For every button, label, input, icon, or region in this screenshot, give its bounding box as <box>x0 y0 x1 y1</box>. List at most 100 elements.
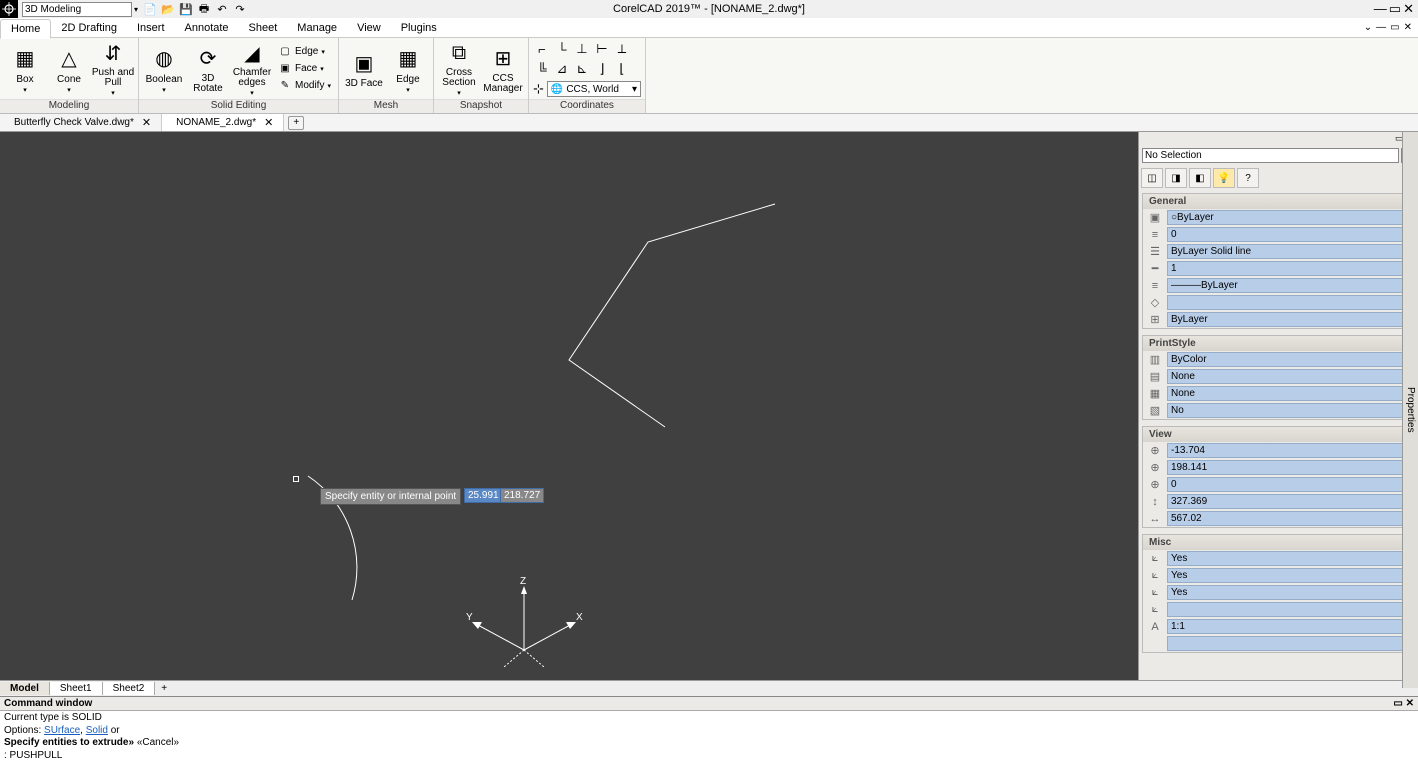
workspace-dropdown[interactable] <box>22 2 132 17</box>
tab-2d-drafting[interactable]: 2D Drafting <box>51 19 127 37</box>
coord-btn-2[interactable]: └ <box>553 40 571 58</box>
prop-view-x[interactable]: -13.704 <box>1167 443 1412 458</box>
doctab-noname2[interactable]: NONAME_2.dwg*✕ <box>162 114 284 131</box>
prop-view-h[interactable]: 327.369 <box>1167 494 1412 509</box>
cross-section-button[interactable]: ⧉Cross Section▾ <box>438 41 480 97</box>
prop-linescale[interactable]: ——— ByLayer <box>1167 278 1412 293</box>
tab-view[interactable]: View <box>347 19 391 37</box>
add-tab-button[interactable]: + <box>288 116 304 130</box>
prop-lineweight[interactable]: 1 <box>1167 261 1412 276</box>
3d-face-button[interactable]: ▣3D Face <box>343 41 385 97</box>
cone-icon: △ <box>54 44 84 74</box>
prop-header-printstyle[interactable]: PrintStyle▴ <box>1143 336 1414 351</box>
save-icon[interactable]: 💾 <box>178 1 194 17</box>
coord-btn-4[interactable]: ⊢ <box>593 40 611 58</box>
edge-button[interactable]: ▢Edge▾ <box>275 44 334 60</box>
redo-icon[interactable]: ↷ <box>232 1 248 17</box>
tab-home[interactable]: Home <box>0 19 51 39</box>
prop-misc-2[interactable]: Yes <box>1167 568 1412 583</box>
coord-grid: ⌐└⊥⊢⟂ ╚⊿⊾⌋⌊ <box>533 40 631 78</box>
properties-sidetab[interactable]: Properties <box>1402 132 1418 688</box>
prop-misc-scale[interactable]: 1:1 <box>1167 619 1412 634</box>
coord-btn-7[interactable]: ⊿ <box>553 60 571 78</box>
doctab-butterfly[interactable]: Butterfly Check Valve.dwg*✕ <box>0 114 162 131</box>
prop-icon-1[interactable]: ◫ <box>1141 168 1163 188</box>
sheet-sheet1[interactable]: Sheet1 <box>50 682 103 695</box>
prop-view-z[interactable]: 0 <box>1167 477 1412 492</box>
prop-misc-1[interactable]: Yes <box>1167 551 1412 566</box>
minimize-button[interactable]: — <box>1374 1 1387 17</box>
prop-misc-4[interactable] <box>1167 602 1412 617</box>
coord-btn-3[interactable]: ⊥ <box>573 40 591 58</box>
prop-print-none2[interactable]: None <box>1167 386 1412 401</box>
prop-header-general[interactable]: General▴ <box>1143 194 1414 209</box>
coord-btn-6[interactable]: ╚ <box>533 60 551 78</box>
tab-annotate[interactable]: Annotate <box>175 19 239 37</box>
coord-btn-9[interactable]: ⌋ <box>593 60 611 78</box>
ccs-icon[interactable]: ⊹ <box>533 81 544 97</box>
prop-misc-3[interactable]: Yes <box>1167 585 1412 600</box>
coord-btn-1[interactable]: ⌐ <box>533 40 551 58</box>
prop-view-w[interactable]: 567.02 <box>1167 511 1412 526</box>
sheet-model[interactable]: Model <box>0 682 50 695</box>
push-pull-button[interactable]: ⇵Push and Pull▾ <box>92 41 134 97</box>
prop-print-none1[interactable]: None <box>1167 369 1412 384</box>
tab-insert[interactable]: Insert <box>127 19 175 37</box>
add-sheet-button[interactable]: + <box>155 683 173 694</box>
tab-plugins[interactable]: Plugins <box>391 19 447 37</box>
workspace-dropdown-arrow[interactable]: ▾ <box>134 5 138 14</box>
prop-help-button[interactable]: ? <box>1237 168 1259 188</box>
plotstyle-sum-icon: ⊞ <box>1143 313 1167 326</box>
selection-dropdown[interactable] <box>1142 148 1399 163</box>
prop-misc-last[interactable] <box>1167 636 1412 651</box>
prop-layer[interactable]: ○ ByLayer <box>1167 210 1412 225</box>
tab-sheet[interactable]: Sheet <box>239 19 288 37</box>
cmdwin-undock-icon[interactable]: ▭ <box>1393 698 1402 709</box>
prop-linetype[interactable]: ByLayer Solid line <box>1167 244 1412 259</box>
prop-bycolor[interactable]: ByColor <box>1167 352 1412 367</box>
print-icon[interactable]: 🖶 <box>196 1 212 17</box>
boolean-button[interactable]: ◍Boolean▾ <box>143 41 185 97</box>
prop-transparency[interactable] <box>1167 295 1412 310</box>
sheet-sheet2[interactable]: Sheet2 <box>103 682 156 695</box>
prop-header-misc[interactable]: Misc▴ <box>1143 535 1414 550</box>
tab-manage[interactable]: Manage <box>287 19 347 37</box>
prop-color[interactable]: 0 <box>1167 227 1412 242</box>
drawing-canvas[interactable]: Specify entity or internal point 25.991 … <box>0 132 1138 680</box>
prop-icon-2[interactable]: ◨ <box>1165 168 1187 188</box>
undo-icon[interactable]: ↶ <box>214 1 230 17</box>
ccs-dropdown[interactable]: 🌐CCS, World▾ <box>547 81 641 97</box>
ribbon-collapse-icon[interactable]: ⌄ <box>1364 22 1372 33</box>
doc-restore-icon[interactable]: ▭ <box>1390 22 1399 33</box>
prop-plotstyle-summary[interactable]: ByLayer <box>1167 312 1412 327</box>
coord-btn-5[interactable]: ⟂ <box>613 40 631 58</box>
open-icon[interactable]: 📂 <box>160 1 176 17</box>
close-button[interactable]: ✕ <box>1403 1 1414 17</box>
prop-view-y[interactable]: 198.141 <box>1167 460 1412 475</box>
command-window-body[interactable]: Current type is SOLID Options: SUrface, … <box>0 711 1418 763</box>
box-button[interactable]: ▦Box▾ <box>4 41 46 97</box>
cmd-link-surface[interactable]: SUrface <box>44 725 80 736</box>
prop-icon-3[interactable]: ◧ <box>1189 168 1211 188</box>
doc-minimize-icon[interactable]: — <box>1376 22 1386 33</box>
prop-icon-lightbulb[interactable]: 💡 <box>1213 168 1235 188</box>
close-tab-icon[interactable]: ✕ <box>264 116 273 129</box>
close-tab-icon[interactable]: ✕ <box>142 116 151 129</box>
doc-close-icon[interactable]: ✕ <box>1404 22 1412 33</box>
cone-button[interactable]: △Cone▾ <box>48 41 90 97</box>
ccs-manager-button[interactable]: ⊞CCS Manager <box>482 41 524 97</box>
coord-btn-8[interactable]: ⊾ <box>573 60 591 78</box>
chamfer-button[interactable]: ◢Chamfer edges▾ <box>231 41 273 97</box>
3d-rotate-button[interactable]: ⟳3D Rotate <box>187 41 229 97</box>
maximize-button[interactable]: ▭ <box>1389 1 1401 17</box>
cmdwin-close-icon[interactable]: ✕ <box>1406 698 1414 709</box>
mesh-edge-button[interactable]: ▦Edge▾ <box>387 41 429 97</box>
prop-section-misc: Misc▴ ⟀Yes ⟀Yes ⟀Yes ⟀ A1:1 <box>1142 534 1415 653</box>
face-button[interactable]: ▣Face▾ <box>275 61 334 77</box>
new-icon[interactable]: 📄 <box>142 1 158 17</box>
modify-button[interactable]: ✎Modify▾ <box>275 78 334 94</box>
prop-print-no[interactable]: No <box>1167 403 1412 418</box>
coord-btn-10[interactable]: ⌊ <box>613 60 631 78</box>
prop-header-view[interactable]: View▴ <box>1143 427 1414 442</box>
cmd-link-solid[interactable]: Solid <box>86 725 108 736</box>
